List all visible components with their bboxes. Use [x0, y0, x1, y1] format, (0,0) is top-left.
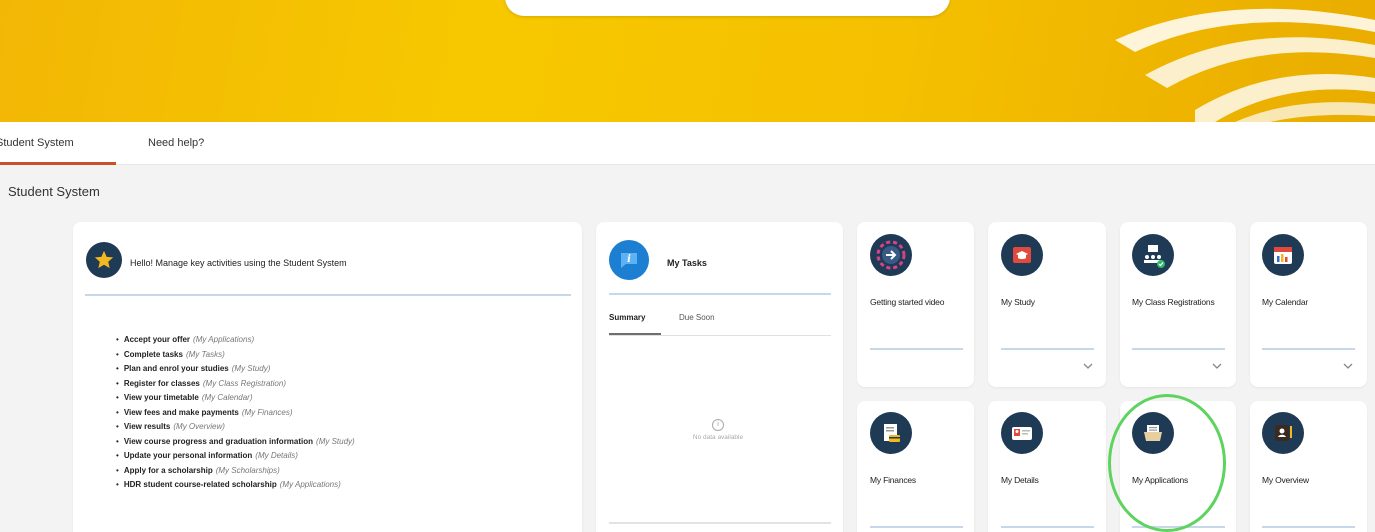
star-icon — [86, 242, 122, 278]
tile-label: My Details — [1001, 475, 1039, 485]
tile-label: My Finances — [870, 475, 916, 485]
empty-state-text: No data available — [692, 434, 744, 441]
tabs-underline — [609, 335, 831, 336]
id-card-icon — [1001, 412, 1043, 454]
folder-icon — [1132, 412, 1174, 454]
tile-label: Getting started video — [870, 297, 945, 307]
top-navigation: Student System Need help? — [0, 122, 1375, 165]
divider — [1001, 348, 1094, 350]
my-tasks-title: My Tasks — [667, 258, 707, 268]
welcome-card-title: Hello! Manage key activities using the S… — [130, 258, 347, 268]
divider — [1262, 526, 1355, 528]
graduation-cap-icon — [1001, 234, 1043, 276]
svg-text:i: i — [627, 254, 631, 265]
divider — [609, 293, 831, 295]
tab-due-soon[interactable]: Due Soon — [679, 308, 715, 335]
header-banner — [0, 0, 1375, 122]
list-item: View results(My Overview) — [116, 420, 355, 435]
invoice-icon — [870, 412, 912, 454]
list-item: Apply for a scholarship(My Scholarships) — [116, 464, 355, 479]
profile-overview-icon — [1262, 412, 1304, 454]
divider — [870, 348, 963, 350]
list-item: Accept your offer(My Applications) — [116, 333, 355, 348]
tile-label: My Class Registrations — [1132, 297, 1215, 307]
tile-label: My Applications — [1132, 475, 1189, 485]
activity-list: Accept your offer(My Applications) Compl… — [116, 333, 355, 493]
list-item: Update your personal information(My Deta… — [116, 449, 355, 464]
page-title: Student System — [8, 184, 100, 199]
divider — [609, 522, 831, 524]
divider — [1001, 526, 1094, 528]
class-registration-icon — [1132, 234, 1174, 276]
info-icon: i — [712, 419, 724, 431]
chevron-down-icon[interactable] — [1343, 362, 1353, 370]
tile-label: My Study — [1001, 297, 1035, 307]
nav-tab-need-help[interactable]: Need help? — [148, 122, 204, 165]
divider — [1132, 526, 1225, 528]
list-item: View fees and make payments(My Finances) — [116, 406, 355, 421]
play-arrow-icon — [870, 234, 912, 276]
info-chat-icon: i — [609, 240, 649, 280]
divider — [1262, 348, 1355, 350]
calendar-icon — [1262, 234, 1304, 276]
tab-summary[interactable]: Summary — [609, 308, 661, 335]
divider — [870, 526, 963, 528]
chevron-down-icon[interactable] — [1083, 362, 1093, 370]
brand-wave-graphic — [1115, 8, 1375, 122]
list-item: View course progress and graduation info… — [116, 435, 355, 450]
divider — [1132, 348, 1225, 350]
tile-label: My Calendar — [1262, 297, 1308, 307]
list-item: HDR student course-related scholarship(M… — [116, 478, 355, 493]
search-bar[interactable] — [505, 0, 950, 16]
list-item: Plan and enrol your studies(My Study) — [116, 362, 355, 377]
list-item: Complete tasks(My Tasks) — [116, 348, 355, 363]
tile-label: My Overview — [1262, 475, 1309, 485]
nav-tab-student-system[interactable]: Student System — [0, 122, 116, 165]
list-item: Register for classes(My Class Registrati… — [116, 377, 355, 392]
list-item: View your timetable(My Calendar) — [116, 391, 355, 406]
chevron-down-icon[interactable] — [1212, 362, 1222, 370]
